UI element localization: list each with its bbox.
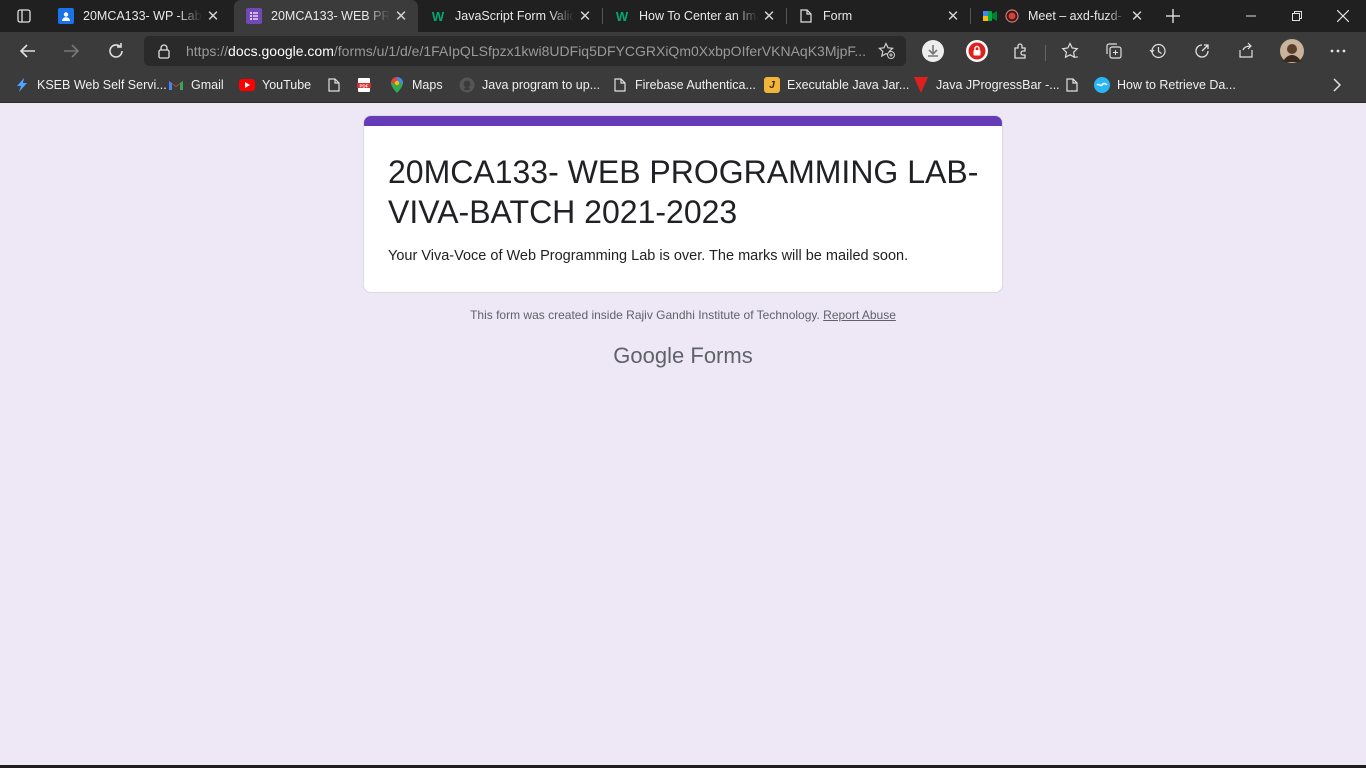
share-icon[interactable] [1232,37,1260,65]
tab-title: 20MCA133- WP -Lab E [83,9,202,23]
bookmark-label: How to Retrieve Da... [1117,78,1236,92]
bookmark-untitled-1[interactable] [326,70,349,100]
site-icon [1094,77,1110,93]
maps-icon [389,77,405,93]
more-bookmarks-chevron-icon[interactable] [1332,70,1342,100]
close-tab-icon[interactable]: ✕ [390,5,412,27]
more-menu-icon[interactable] [1324,37,1352,65]
footer-text: This form was created inside Rajiv Gandh… [470,308,820,322]
bookmark-jprogressbar[interactable]: Java JProgressBar -... [913,70,1060,100]
tab-forms-active[interactable]: 20MCA133- WEB PROG ✕ [234,0,418,32]
document-icon [612,77,628,93]
tab-w3-validation[interactable]: W JavaScript Form Valida ✕ [418,0,602,32]
history-icon[interactable] [1144,37,1172,65]
add-favorite-icon[interactable] [878,42,896,65]
svg-text:PDF: PDF [360,83,369,88]
tab-meet[interactable]: Meet – axd-fuzd- ✕ [970,0,1154,32]
favorites-icon[interactable] [1056,37,1084,65]
google-forms-logo[interactable]: Google Forms [0,343,1366,369]
close-tab-icon[interactable]: ✕ [574,5,596,27]
form-confirmation-card: 20MCA133- WEB PROGRAMMING LAB-VIVA-BATCH… [363,115,1003,293]
bookmark-executable-jar[interactable]: J Executable Java Jar... [764,70,909,100]
minimize-button[interactable] [1228,0,1274,32]
bookmark-firebase[interactable]: Firebase Authentica... [612,70,756,100]
close-tab-icon[interactable]: ✕ [202,5,224,27]
form-accent-bar [364,116,1002,126]
tab-title: Form [823,9,853,23]
bookmark-gmail[interactable]: Gmail [168,70,224,100]
w3-icon: W [431,8,445,24]
w3-icon: W [615,8,629,24]
bookmark-untitled-2[interactable] [1064,70,1087,100]
performance-icon[interactable] [1188,37,1216,65]
new-tab-button[interactable] [1150,0,1196,32]
pdf-icon: PDF [356,77,372,93]
download-extension-icon[interactable] [919,37,947,65]
bookmark-youtube[interactable]: YouTube [239,70,311,100]
profile-avatar[interactable] [1278,37,1306,65]
kseb-icon [14,77,30,93]
forward-button[interactable] [55,35,87,67]
bookmark-label: Java program to up... [482,78,601,92]
bookmarks-bar: KSEB Web Self Servi... Gmail YouTube PDF… [0,70,1366,103]
bookmark-pdf[interactable]: PDF [356,70,379,100]
adblock-extension-icon[interactable] [963,37,991,65]
github-icon [459,77,475,93]
url-text: https://docs.google.com/forms/u/1/d/e/1F… [186,43,866,59]
tab-actions-icon[interactable] [2,0,46,32]
bookmark-kseb[interactable]: KSEB Web Self Servi... [14,70,167,100]
tab-title: JavaScript Form Valida [455,9,574,23]
bookmark-label: Executable Java Jar... [787,78,910,92]
bookmark-label: YouTube [262,78,312,92]
document-icon [798,8,814,24]
toolbar-divider [1045,45,1046,61]
java-j-icon: J [764,77,780,93]
lock-icon[interactable] [158,43,174,59]
bookmark-java-program[interactable]: Java program to up... [459,70,600,100]
back-button[interactable] [12,35,44,67]
tab-title: 20MCA133- WEB PROG [271,9,390,23]
report-abuse-link[interactable]: Report Abuse [823,308,896,322]
bookmark-label: Gmail [191,78,224,92]
javatpoint-icon [913,77,929,93]
url-prefix: https:// [186,43,229,59]
tab-title: How To Center an Ima [639,9,758,23]
forms-wordmark: Forms [690,343,753,368]
bookmark-label: Maps [412,78,443,92]
gmail-icon [168,77,184,93]
forms-icon [246,8,262,24]
bookmark-label: Firebase Authentica... [635,78,756,92]
meet-icon [982,8,998,24]
bookmark-label: Java JProgressBar -... [936,78,1060,92]
confirmation-message: Your Viva-Voce of Web Programming Lab is… [388,248,909,264]
close-tab-icon[interactable]: ✕ [758,5,780,27]
tab-title: Meet – axd-fuzd- [1028,9,1122,23]
recording-icon [1004,8,1020,24]
close-tab-icon[interactable]: ✕ [942,5,964,27]
google-wordmark: Google [613,343,685,368]
collections-icon[interactable] [1100,37,1128,65]
classroom-icon [58,8,74,24]
toolbar: https://docs.google.com/forms/u/1/d/e/1F… [0,32,1366,70]
close-tab-icon[interactable]: ✕ [1126,5,1148,27]
bookmark-maps[interactable]: Maps [389,70,443,100]
form-footer: This form was created inside Rajiv Gandh… [0,308,1366,322]
youtube-icon [239,77,255,93]
url-host: docs.google.com [228,43,334,59]
tab-form[interactable]: Form ✕ [786,0,970,32]
document-icon [326,77,342,93]
tab-classroom[interactable]: 20MCA133- WP -Lab E ✕ [46,0,230,32]
close-window-button[interactable] [1320,0,1366,32]
restore-button[interactable] [1274,0,1320,32]
tab-w3-center-image[interactable]: W How To Center an Ima ✕ [602,0,786,32]
bookmark-label: KSEB Web Self Servi... [37,78,167,92]
url-path: /forms/u/1/d/e/1FAIpQLSfpzx1kwi8UDFiq5DF… [333,43,866,59]
bookmark-retrieve-data[interactable]: How to Retrieve Da... [1094,70,1236,100]
form-title: 20MCA133- WEB PROGRAMMING LAB-VIVA-BATCH… [388,154,979,230]
document-icon [1064,77,1080,93]
refresh-button[interactable] [100,35,132,67]
extensions-icon[interactable] [1007,37,1035,65]
tab-strip: 20MCA133- WP -Lab E ✕ 20MCA133- WEB PROG… [0,0,1366,32]
address-bar[interactable]: https://docs.google.com/forms/u/1/d/e/1F… [144,36,906,66]
